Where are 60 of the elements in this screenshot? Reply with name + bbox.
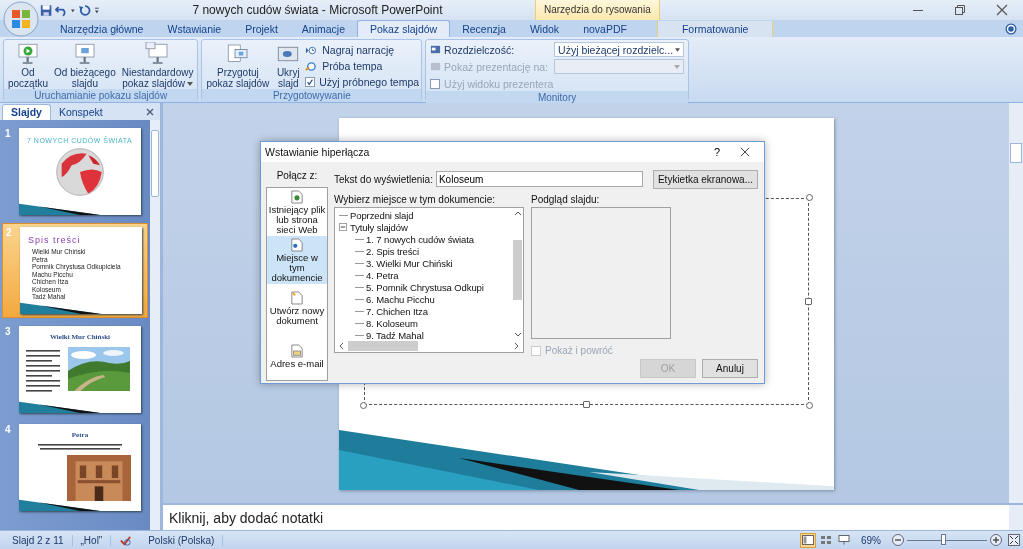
link-to-option[interactable]: Istniejący plik lub strona sieci Web <box>267 188 327 236</box>
panel-tab[interactable]: Konspekt <box>50 105 111 120</box>
ribbon-button[interactable]: Od początku <box>6 42 51 89</box>
ribbon-tab[interactable]: Wstawianie <box>155 21 234 37</box>
slide-counter: Slajd 2 z 11 <box>4 534 73 546</box>
slide-number: 4 <box>5 424 12 435</box>
ribbon-tab[interactable]: Projekt <box>233 21 290 37</box>
contextual-header: Narzędzia do rysowania <box>535 0 660 20</box>
tree-item[interactable]: 6. Machu Picchu <box>366 293 435 305</box>
ribbon-button[interactable]: Ukryj slajd <box>273 42 304 89</box>
theme-name: „Hol” <box>72 534 112 546</box>
window-title: 7 nowych cudów świata - Microsoft PowerPoint <box>191 3 444 17</box>
ribbon-tab[interactable]: Recenzja <box>450 21 518 37</box>
panel-tab[interactable]: Slajdy <box>2 104 51 120</box>
ribbon-tab[interactable]: Pokaz slajdów <box>357 20 451 37</box>
help-button[interactable]: ? <box>713 146 720 158</box>
ribbon-button[interactable]: Od bieżącego slajdu <box>52 42 118 89</box>
checkbox[interactable]: Użyj próbnego tempa <box>305 75 420 89</box>
resolution-dropdown[interactable]: Użyj bieżącej rozdzielc... <box>554 42 685 57</box>
preview-label: Podgląd slajdu: <box>531 194 601 205</box>
tree-item[interactable]: 2. Spis treści <box>366 245 419 257</box>
resolution-label: Rozdzielczość: <box>430 43 555 56</box>
tree-item[interactable]: 1. 7 nowych cudów świata <box>366 233 474 245</box>
dialog-button[interactable]: Anuluj <box>702 359 758 378</box>
slide-title: Spis treści <box>28 235 81 245</box>
tree-item[interactable]: Poprzedni slajd <box>350 209 414 221</box>
tree-item[interactable]: 9. Tadź Mahal <box>366 329 424 340</box>
ribbon-tab[interactable]: Widok <box>517 21 572 37</box>
display-text-field[interactable]: Koloseum <box>435 171 643 187</box>
slide-number: 2 <box>6 227 13 238</box>
ribbon-button[interactable]: Niestandardowy pokaz slajdów <box>119 42 196 89</box>
group-label: Uruchamianie pokazu slajdów <box>4 89 198 102</box>
display-text-label: Tekst do wyświetlenia: <box>334 173 433 185</box>
tree-item[interactable]: 3. Wielki Mur Chiński <box>366 257 453 269</box>
link-to-option[interactable]: Utwórz nowy dokument <box>267 284 327 332</box>
tree-item[interactable]: 7. Chichen Itza <box>366 305 428 317</box>
ribbon-tab[interactable]: Formatowanie <box>656 21 774 37</box>
group-label: Przygotowywanie <box>202 89 422 102</box>
tree-item[interactable]: 8. Koloseum <box>366 317 418 329</box>
ribbon-button[interactable]: Nagraj narrację <box>305 43 420 57</box>
ribbon-tab[interactable]: novaPDF <box>571 21 639 37</box>
place-label: Wybierz miejsce w tym dokumencie: <box>334 194 497 205</box>
tree-item[interactable]: Tytuły slajdów <box>350 221 408 233</box>
link-to-option[interactable]: Miejsce w tym dokumencie <box>267 236 327 284</box>
ribbon-button[interactable]: Próba tempa <box>305 59 420 73</box>
language-label[interactable]: Polski (Polska) <box>140 534 224 546</box>
link-to-label: Połącz z: <box>276 170 318 181</box>
tree-item[interactable]: 5. Pomnik Chrystusa Odkupi <box>366 281 484 293</box>
notes-field[interactable]: Kliknij, aby dodać notatki <box>163 505 1009 530</box>
show-on-label: Pokaż prezentację na: <box>430 60 555 73</box>
ribbon-button[interactable]: Przygotuj pokaz slajdów <box>204 42 272 89</box>
tree-item[interactable]: 4. Petra <box>366 269 399 281</box>
screen-tip-button[interactable]: Etykietka ekranowa... <box>652 169 758 189</box>
ribbon-tab[interactable]: Animacje <box>289 21 358 37</box>
slide-number: 1 <box>5 128 12 139</box>
dialog-title: Wstawianie hiperłącza <box>265 146 370 158</box>
zoom-level[interactable]: 69% <box>853 534 889 546</box>
link-to-option[interactable]: Adres e-mail <box>267 332 327 380</box>
ribbon-tab[interactable]: Narzędzia główne <box>48 21 156 37</box>
slide-number: 3 <box>5 326 12 337</box>
